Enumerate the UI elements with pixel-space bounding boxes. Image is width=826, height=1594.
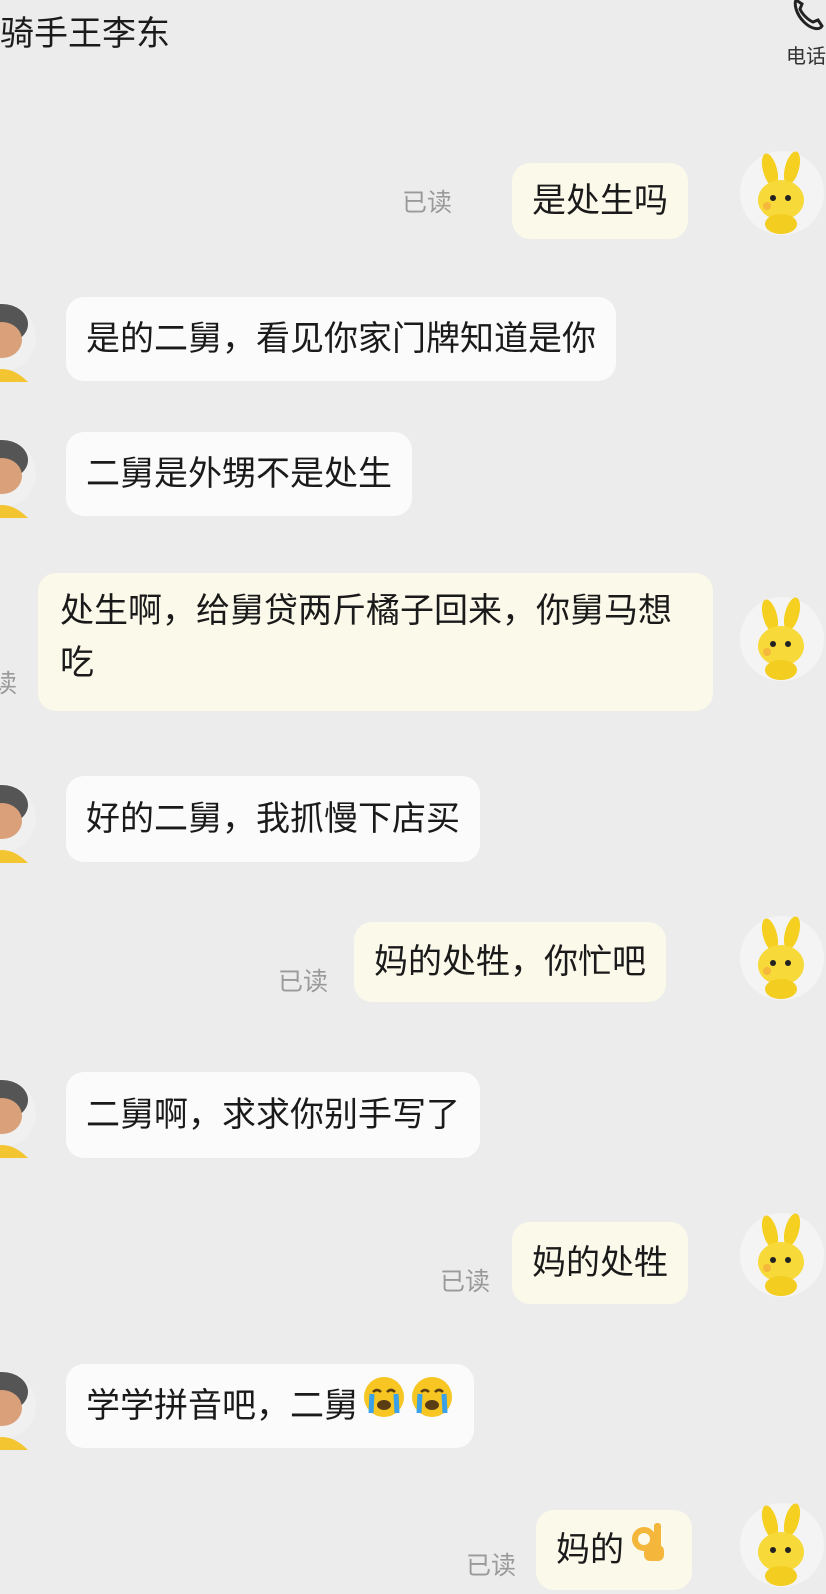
message-bubble[interactable]: 妈的 xyxy=(536,1510,692,1590)
message-bubble[interactable]: 好的二舅，我抓慢下店买 xyxy=(66,776,480,862)
message-bubble[interactable]: 二舅啊，求求你别手写了 xyxy=(66,1072,480,1158)
message-bubble[interactable]: 妈的处牲 xyxy=(512,1222,688,1304)
rider-avatar[interactable] xyxy=(0,1068,38,1158)
message-bubble[interactable]: 处生啊，给舅贷两斤橘子回来，你舅马想吃 xyxy=(38,573,713,711)
message-text: 妈的 xyxy=(556,1530,624,1570)
read-status: 已读 xyxy=(402,188,453,217)
message-bubble[interactable]: 妈的处牲，你忙吧 xyxy=(354,922,666,1002)
bunny-avatar[interactable] xyxy=(738,1500,826,1590)
bunny-avatar[interactable] xyxy=(738,913,826,1003)
read-status: 已读 xyxy=(278,967,329,996)
rider-avatar[interactable] xyxy=(0,1360,38,1450)
bunny-avatar[interactable] xyxy=(738,594,826,684)
message-bubble[interactable]: 学学拼音吧，二舅 xyxy=(66,1364,474,1448)
message-bubble[interactable]: 二舅是外甥不是处生 xyxy=(66,432,412,516)
message-text: 学学拼音吧，二舅 xyxy=(86,1386,358,1426)
rider-avatar[interactable] xyxy=(0,773,38,863)
rider-avatar[interactable] xyxy=(0,292,38,382)
contact-name: 骑手王李东 xyxy=(0,14,170,54)
crying-face-icon xyxy=(362,1366,406,1450)
rider-avatar[interactable] xyxy=(0,428,38,518)
read-status: 已读 xyxy=(466,1551,517,1580)
phone-icon xyxy=(793,0,824,31)
bunny-avatar[interactable] xyxy=(738,1210,826,1300)
ok-hand-icon xyxy=(628,1512,672,1592)
crying-face-icon xyxy=(410,1366,454,1450)
message-bubble[interactable]: 是处生吗 xyxy=(512,163,688,239)
bunny-avatar[interactable] xyxy=(738,148,826,238)
call-label: 电话 xyxy=(786,44,826,68)
message-bubble[interactable]: 是的二舅，看见你家门牌知道是你 xyxy=(66,297,616,381)
read-status: 读 xyxy=(0,669,18,698)
read-status: 已读 xyxy=(440,1267,491,1296)
call-button[interactable]: 电话 xyxy=(766,0,826,70)
